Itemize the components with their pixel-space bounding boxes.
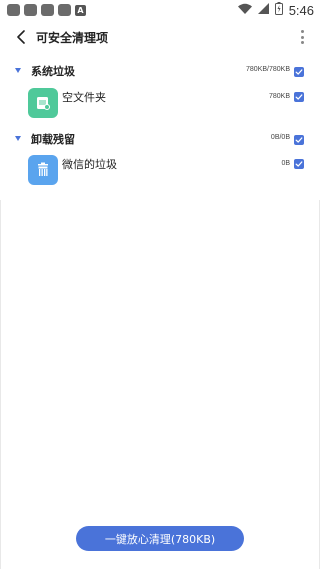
back-button[interactable] (12, 27, 30, 47)
dot-icon (300, 30, 304, 33)
dot-icon (300, 41, 304, 44)
item-size: 0B (281, 160, 290, 167)
folder-icon (28, 88, 58, 118)
left-divider (0, 200, 1, 569)
check-icon (295, 137, 303, 143)
check-icon (295, 94, 303, 100)
item-checkbox[interactable] (294, 92, 304, 102)
group-size: 0B/0B (270, 134, 290, 141)
notification-icon (7, 4, 20, 16)
app-header: 可安全清理项 (0, 24, 320, 50)
status-bar-system: 5:46 (237, 1, 314, 19)
item-size: 780KB (268, 93, 290, 100)
dot-icon (300, 35, 304, 39)
page-title: 可安全清理项 (36, 31, 109, 45)
group-title: 卸载残留 (31, 133, 75, 146)
trash-icon (28, 155, 58, 185)
a-icon: A (75, 4, 86, 16)
battery-icon (274, 1, 283, 19)
more-options-button[interactable] (298, 28, 306, 46)
check-icon (295, 161, 303, 167)
check-icon (295, 69, 303, 75)
notification-icon (24, 4, 37, 16)
wifi-icon (237, 3, 252, 18)
status-bar: A 5:46 (0, 0, 320, 20)
notification-icon (41, 4, 54, 16)
signal-icon (257, 2, 269, 18)
item-checkbox[interactable] (294, 159, 304, 169)
item-name: 空文件夹 (62, 91, 106, 104)
list-item-wechat-junk[interactable]: 微信的垃圾 0B (0, 155, 320, 191)
status-time: 5:46 (288, 2, 314, 18)
one-click-clean-button[interactable]: 一键放心清理(780KB) (76, 526, 244, 551)
sd-card-icon (58, 4, 71, 16)
item-name: 微信的垃圾 (62, 158, 117, 171)
list-item-empty-folder[interactable]: 空文件夹 780KB (0, 88, 320, 124)
back-arrow-icon (17, 30, 25, 44)
group-checkbox[interactable] (294, 67, 304, 77)
group-checkbox[interactable] (294, 135, 304, 145)
group-title: 系统垃圾 (31, 65, 75, 78)
expand-caret-icon[interactable] (15, 136, 21, 141)
status-bar-notifications: A (7, 4, 86, 16)
expand-caret-icon[interactable] (15, 68, 21, 73)
group-uninstall-residue[interactable]: 卸载残留 0B/0B (0, 129, 320, 151)
group-system-junk[interactable]: 系统垃圾 780KB/780KB (0, 61, 320, 83)
group-size: 780KB/780KB (246, 66, 290, 73)
